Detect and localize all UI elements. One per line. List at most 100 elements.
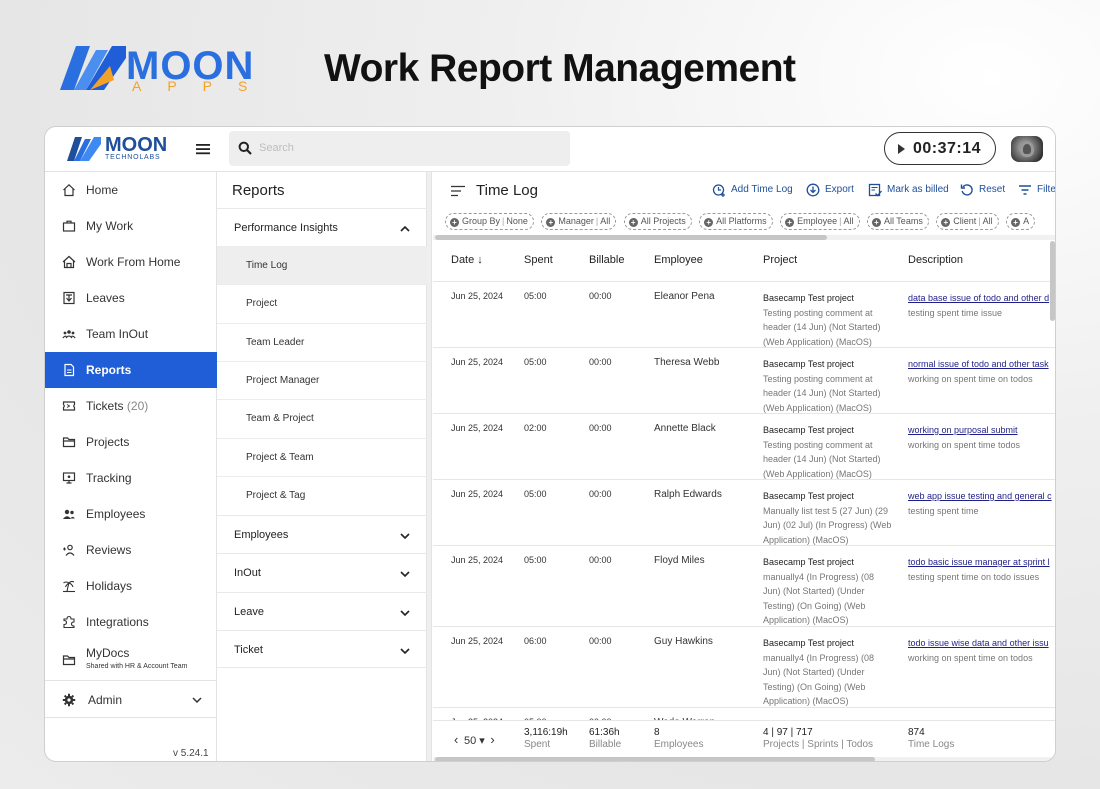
page-headline: Work Report Management bbox=[324, 47, 796, 90]
panel-resize-handle[interactable] bbox=[427, 172, 432, 761]
report-item-project-tag[interactable]: Project & Tag bbox=[217, 476, 427, 514]
cell-date: Jun 25, 2024 bbox=[451, 555, 504, 565]
report-item-team-leader[interactable]: Team Leader bbox=[217, 323, 427, 361]
team-icon bbox=[62, 330, 76, 339]
ticket-section-header[interactable]: Ticket bbox=[217, 630, 427, 668]
time-tracker-button[interactable]: 00:37:14 bbox=[884, 132, 996, 165]
moon-logo-icon bbox=[67, 137, 101, 161]
description-link[interactable]: working on purposal submit bbox=[908, 423, 1055, 438]
inout-section-header[interactable]: InOut bbox=[217, 553, 427, 591]
sidebar-item-my-work[interactable]: My Work bbox=[45, 208, 217, 244]
sidebar: Home My Work Work From Home Leaves Team … bbox=[45, 172, 217, 761]
scrollbar-thumb[interactable] bbox=[435, 235, 827, 240]
plus-circle-icon: + bbox=[546, 218, 556, 227]
column-header-spent[interactable]: Spent bbox=[524, 254, 553, 267]
cell-date: Jun 25, 2024 bbox=[451, 357, 504, 367]
app-window: MOON TECHNOLABS 00:37:14 Home bbox=[44, 126, 1056, 762]
performance-insights-header[interactable]: Performance Insights bbox=[217, 208, 427, 246]
user-avatar[interactable] bbox=[1011, 136, 1043, 162]
description-link[interactable]: todo issue wise data and other issu bbox=[908, 636, 1055, 651]
project-detail-line: (Web Application) (MacOS) bbox=[763, 468, 872, 479]
cell-billable: 00:00 bbox=[589, 636, 612, 646]
chip-manager[interactable]: + Manager | All bbox=[541, 213, 617, 230]
table-row[interactable]: Jun 25, 2024 05:00 00:00 Eleanor Pena Baseca… bbox=[433, 282, 1055, 348]
plus-circle-icon: + bbox=[704, 218, 714, 227]
column-header-employee[interactable]: Employee bbox=[654, 254, 703, 267]
page-size-select[interactable]: 50 ▾ bbox=[464, 735, 485, 747]
report-item-project[interactable]: Project bbox=[217, 284, 427, 322]
chip-all-platforms[interactable]: + All Platforms bbox=[699, 213, 773, 230]
sidebar-item-team-inout[interactable]: Team InOut bbox=[45, 316, 217, 352]
sidebar-item-holidays[interactable]: Holidays bbox=[45, 568, 217, 604]
leave-section-header[interactable]: Leave bbox=[217, 592, 427, 630]
column-header-description[interactable]: Description bbox=[908, 254, 963, 267]
description-link[interactable]: normal issue of todo and other task bbox=[908, 357, 1055, 372]
report-item-project-manager[interactable]: Project Manager bbox=[217, 361, 427, 399]
cell-description: data base issue of todo and other d testi… bbox=[908, 291, 1055, 320]
sidebar-item-projects[interactable]: Projects bbox=[45, 424, 217, 460]
hamburger-menu-icon[interactable] bbox=[195, 141, 211, 157]
sidebar-item-integrations[interactable]: Integrations bbox=[45, 604, 217, 640]
cell-spent: 05:00 bbox=[524, 489, 547, 499]
total-spent: 3,116:19h Spent bbox=[524, 727, 568, 750]
cell-billable: 00:00 bbox=[589, 489, 612, 499]
employees-section-header[interactable]: Employees bbox=[217, 515, 427, 553]
column-header-date[interactable]: Date ↓ bbox=[451, 254, 483, 267]
column-header-billable[interactable]: Billable bbox=[589, 254, 624, 267]
chip-employee[interactable]: + Employee | All bbox=[780, 213, 860, 230]
description-link[interactable]: todo basic issue manager at sprint l bbox=[908, 555, 1055, 570]
sidebar-item-work-from-home[interactable]: Work From Home bbox=[45, 244, 217, 280]
tickets-count: (20) bbox=[126, 399, 149, 413]
cell-employee: Ralph Edwards bbox=[654, 489, 722, 500]
moon-technolabs-logo[interactable]: MOON TECHNOLABS bbox=[67, 134, 177, 164]
report-item-team-project[interactable]: Team & Project bbox=[217, 399, 427, 437]
table-row[interactable]: Jun 25, 2024 05:00 00:00 Floyd Miles Basecam… bbox=[433, 546, 1055, 627]
clock-plus-icon bbox=[712, 184, 725, 197]
cell-employee: Floyd Miles bbox=[654, 555, 705, 566]
report-item-project-team[interactable]: Project & Team bbox=[217, 438, 427, 476]
table-row[interactable]: Jun 25, 2024 05:00 00:00 Theresa Webb Baseca… bbox=[433, 348, 1055, 414]
project-name: Basecamp Test project bbox=[763, 638, 854, 648]
sidebar-item-tracking[interactable]: Tracking bbox=[45, 460, 217, 496]
description-link[interactable]: web app issue testing and general c bbox=[908, 489, 1055, 504]
app-version: v 5.24.1 bbox=[173, 748, 209, 759]
puzzle-icon bbox=[63, 615, 75, 629]
search-input[interactable] bbox=[259, 138, 559, 158]
cell-date: Jun 25, 2024 bbox=[451, 636, 504, 646]
filter-icon bbox=[1019, 185, 1031, 195]
table-row[interactable]: Jun 25, 2024 02:00 00:00 Annette Black Basec… bbox=[433, 414, 1055, 480]
report-item-time-log[interactable]: Time Log bbox=[217, 246, 427, 284]
chevron-down-icon bbox=[400, 533, 410, 540]
project-detail-line: Manually list test 5 (27 Jun) (29 bbox=[763, 505, 889, 516]
horizontal-scrollbar-bottom[interactable] bbox=[433, 757, 1055, 761]
description-text: testing spent time bbox=[908, 505, 979, 516]
sidebar-item-employees[interactable]: Employees bbox=[45, 496, 217, 532]
scrollbar-thumb[interactable] bbox=[435, 757, 875, 761]
table-row[interactable]: Jun 25, 2024 05:00 00:00 Ralph Edwards Basec… bbox=[433, 480, 1055, 546]
folder-icon bbox=[62, 655, 76, 666]
chip-group-by[interactable]: + Group By | None bbox=[445, 213, 534, 230]
table-row[interactable]: Jun 25, 2024 06:00 00:00 Guy Hawkins Basecam… bbox=[433, 627, 1055, 708]
horizontal-scrollbar-top[interactable] bbox=[433, 235, 1055, 240]
description-text: testing spent time issue bbox=[908, 307, 1003, 318]
chip-all-projects[interactable]: + All Projects bbox=[623, 213, 692, 230]
chip-more[interactable]: + A bbox=[1006, 213, 1036, 230]
sidebar-item-admin[interactable]: Admin bbox=[45, 680, 217, 718]
chip-all-teams[interactable]: + All Teams bbox=[866, 213, 929, 230]
prev-page-button[interactable]: ‹ bbox=[454, 732, 458, 747]
sidebar-item-mydocs[interactable]: MyDocs Shared with HR & Account Team bbox=[45, 640, 217, 680]
sidebar-item-leaves[interactable]: Leaves bbox=[45, 280, 217, 316]
project-detail-line: Application) (MacOS) bbox=[763, 696, 849, 706]
sidebar-item-reports[interactable]: Reports bbox=[45, 352, 217, 388]
description-link[interactable]: data base issue of todo and other d bbox=[908, 291, 1055, 306]
sidebar-item-tickets[interactable]: Tickets (20) bbox=[45, 388, 217, 424]
cell-project: Basecamp Test project Testing posting com… bbox=[763, 423, 903, 481]
project-detail-line: manually4 (In Progress) (08 bbox=[763, 571, 875, 582]
next-page-button[interactable]: › bbox=[490, 732, 494, 747]
sidebar-item-home[interactable]: Home bbox=[45, 172, 217, 208]
chip-client[interactable]: + Client | All bbox=[936, 213, 999, 230]
reports-title: Reports bbox=[232, 182, 285, 199]
search-box[interactable] bbox=[229, 131, 570, 166]
column-header-project[interactable]: Project bbox=[763, 254, 797, 267]
sidebar-item-reviews[interactable]: Reviews bbox=[45, 532, 217, 568]
